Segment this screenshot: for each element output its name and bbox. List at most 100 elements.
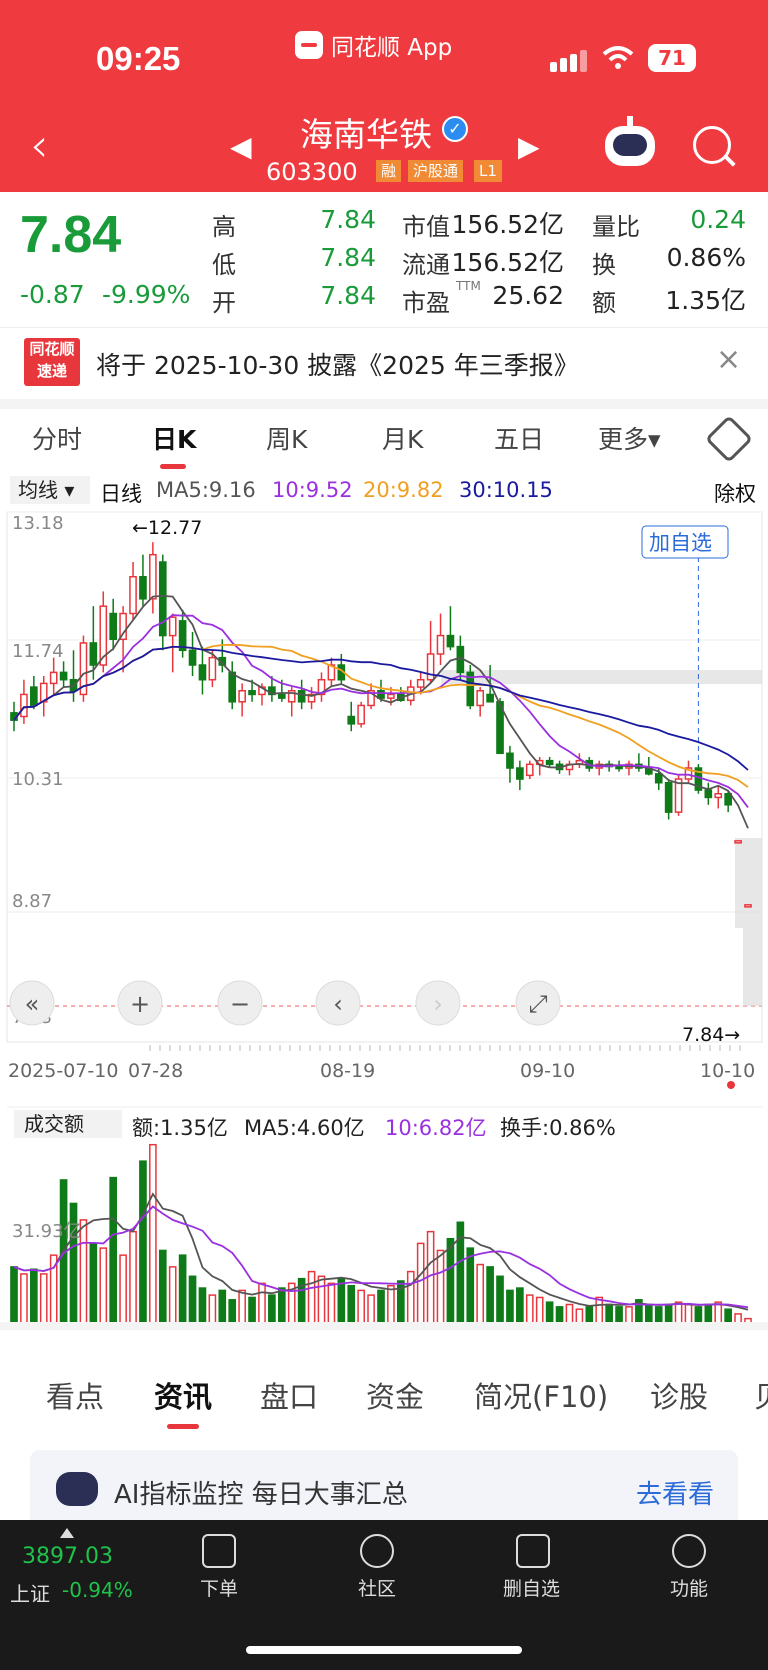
volume-bar xyxy=(208,1294,217,1325)
ai-robot-icon[interactable] xyxy=(605,116,655,166)
source-app[interactable]: 同花顺 App xyxy=(295,28,452,62)
stock-code: 603300 xyxy=(266,158,358,186)
index-change: -0.94% xyxy=(62,1578,133,1602)
settings-icon[interactable] xyxy=(704,414,754,464)
tab-underline xyxy=(160,464,186,469)
tab-more[interactable]: 更多▾ xyxy=(598,420,661,456)
candle xyxy=(30,686,38,707)
chart-control-icon: ⤢ xyxy=(528,990,547,1018)
search-icon[interactable] xyxy=(693,126,731,164)
volume-bar xyxy=(248,1296,256,1325)
remove-watch-icon[interactable] xyxy=(516,1534,550,1568)
tab-five-day[interactable]: 五日 xyxy=(494,420,544,456)
volume-amount: 额:1.35亿 xyxy=(132,1116,228,1140)
app-icon xyxy=(295,31,323,59)
close-icon[interactable]: × xyxy=(716,342,741,377)
volume-bar xyxy=(506,1289,514,1325)
ma30-value: 30:10.15 xyxy=(459,478,553,502)
volume-bar xyxy=(178,1254,187,1325)
volume-bar xyxy=(446,1237,455,1325)
quote-label: 市盈 xyxy=(402,289,450,317)
quote-label: 量比 xyxy=(592,213,640,241)
nav-remove-watch[interactable]: 删自选 xyxy=(503,1574,560,1601)
candle xyxy=(615,765,623,770)
source-app-label: 同花顺 App xyxy=(331,35,453,61)
ai-go-link[interactable]: 去看看 xyxy=(636,1474,714,1511)
ma-selector[interactable]: 均线 ▾ xyxy=(10,476,90,504)
quote-value: 7.84 xyxy=(320,281,376,310)
tab-news[interactable]: 资讯 xyxy=(154,1374,212,1416)
tab-weekly-k[interactable]: 周K xyxy=(266,420,307,456)
ma10-line xyxy=(13,614,749,808)
logo-line: 速递 xyxy=(36,362,67,380)
volume-bar xyxy=(535,1296,544,1325)
kline-chart[interactable]: 13.1811.7410.318.877.432025-07-1007-2808… xyxy=(0,505,768,1325)
price-change: -0.87 xyxy=(20,280,85,309)
community-icon[interactable] xyxy=(360,1534,394,1568)
candle xyxy=(129,575,137,615)
price-change-pct: -9.99% xyxy=(102,280,191,309)
expand-up-icon[interactable] xyxy=(60,1528,74,1538)
tab-daily-k[interactable]: 日K xyxy=(152,420,196,456)
candle xyxy=(168,616,177,637)
quote-label: 开 xyxy=(212,289,236,317)
tab-highlights[interactable]: 看点 xyxy=(46,1374,104,1416)
volume-bar xyxy=(357,1289,365,1325)
menu-icon[interactable] xyxy=(672,1534,706,1568)
volume-selector[interactable]: 成交额 xyxy=(14,1110,122,1138)
ma-lines xyxy=(13,594,749,829)
candle xyxy=(238,690,246,703)
volume-bar xyxy=(476,1263,485,1325)
volume-ma10: 10:6.82亿 xyxy=(385,1116,487,1140)
index-value[interactable]: 3897.03 xyxy=(22,1544,113,1569)
candle xyxy=(525,763,534,777)
order-icon[interactable] xyxy=(202,1534,236,1568)
volume-bar xyxy=(129,1230,137,1325)
back-icon[interactable]: ‹ xyxy=(30,122,48,168)
ma20-value: 20:9.82 xyxy=(363,478,444,502)
candles xyxy=(10,542,752,908)
nav-order[interactable]: 下单 xyxy=(200,1574,238,1601)
candle xyxy=(654,773,663,784)
candle xyxy=(139,575,147,600)
flash-news-logo: 同花顺 速递 xyxy=(24,338,80,386)
adjust-toggle[interactable]: 除权 xyxy=(714,478,756,508)
chart-grid xyxy=(6,511,763,1043)
next-stock-icon[interactable]: ▶ xyxy=(518,130,540,163)
nav-community[interactable]: 社区 xyxy=(358,1574,396,1601)
nav-functions[interactable]: 功能 xyxy=(670,1574,708,1601)
candle xyxy=(377,690,385,699)
volume-bar xyxy=(158,1249,167,1325)
stock-name: 海南华铁 xyxy=(300,115,432,154)
last-price-label: 7.84→ xyxy=(682,1024,740,1046)
volume-bar xyxy=(277,1287,286,1325)
volume-bar xyxy=(218,1289,227,1325)
candle xyxy=(734,840,742,844)
volume-bar xyxy=(595,1296,604,1325)
tab-diagnosis[interactable]: 诊股 xyxy=(650,1374,708,1416)
ma10-value: 10:9.52 xyxy=(272,478,353,502)
tab-funds[interactable]: 资金 xyxy=(366,1374,424,1416)
tab-profile[interactable]: 简况(F10) xyxy=(474,1374,608,1416)
home-indicator xyxy=(246,1646,522,1654)
chart-frame xyxy=(6,511,763,1043)
y-tick-label: 10.31 xyxy=(12,769,64,790)
volume-bar xyxy=(367,1294,375,1325)
chart-controls: « + − ‹ › ⤢ xyxy=(9,980,561,1026)
x-tick-label: 2025-07-10 xyxy=(8,1060,118,1082)
candle xyxy=(188,649,197,666)
volume-bar xyxy=(109,1176,118,1325)
period-label: 日线 xyxy=(100,482,142,506)
tab-monthly-k[interactable]: 月K xyxy=(382,420,423,456)
wifi-icon xyxy=(602,46,634,69)
tab-order-book[interactable]: 盘口 xyxy=(260,1374,318,1416)
verified-icon: ✓ xyxy=(442,116,468,142)
tab-intraday[interactable]: 分时 xyxy=(32,420,82,456)
volume-bar xyxy=(466,1247,475,1325)
gap-zone xyxy=(735,838,762,928)
chart-control-icon: › xyxy=(433,990,443,1018)
prev-stock-icon[interactable]: ◀ xyxy=(230,130,252,163)
tab-more-cut[interactable]: 贝 xyxy=(754,1374,768,1416)
notice-text[interactable]: 将于 2025-10-30 披露《2025 年三季报》 xyxy=(96,346,579,382)
volume-bar xyxy=(436,1249,445,1325)
